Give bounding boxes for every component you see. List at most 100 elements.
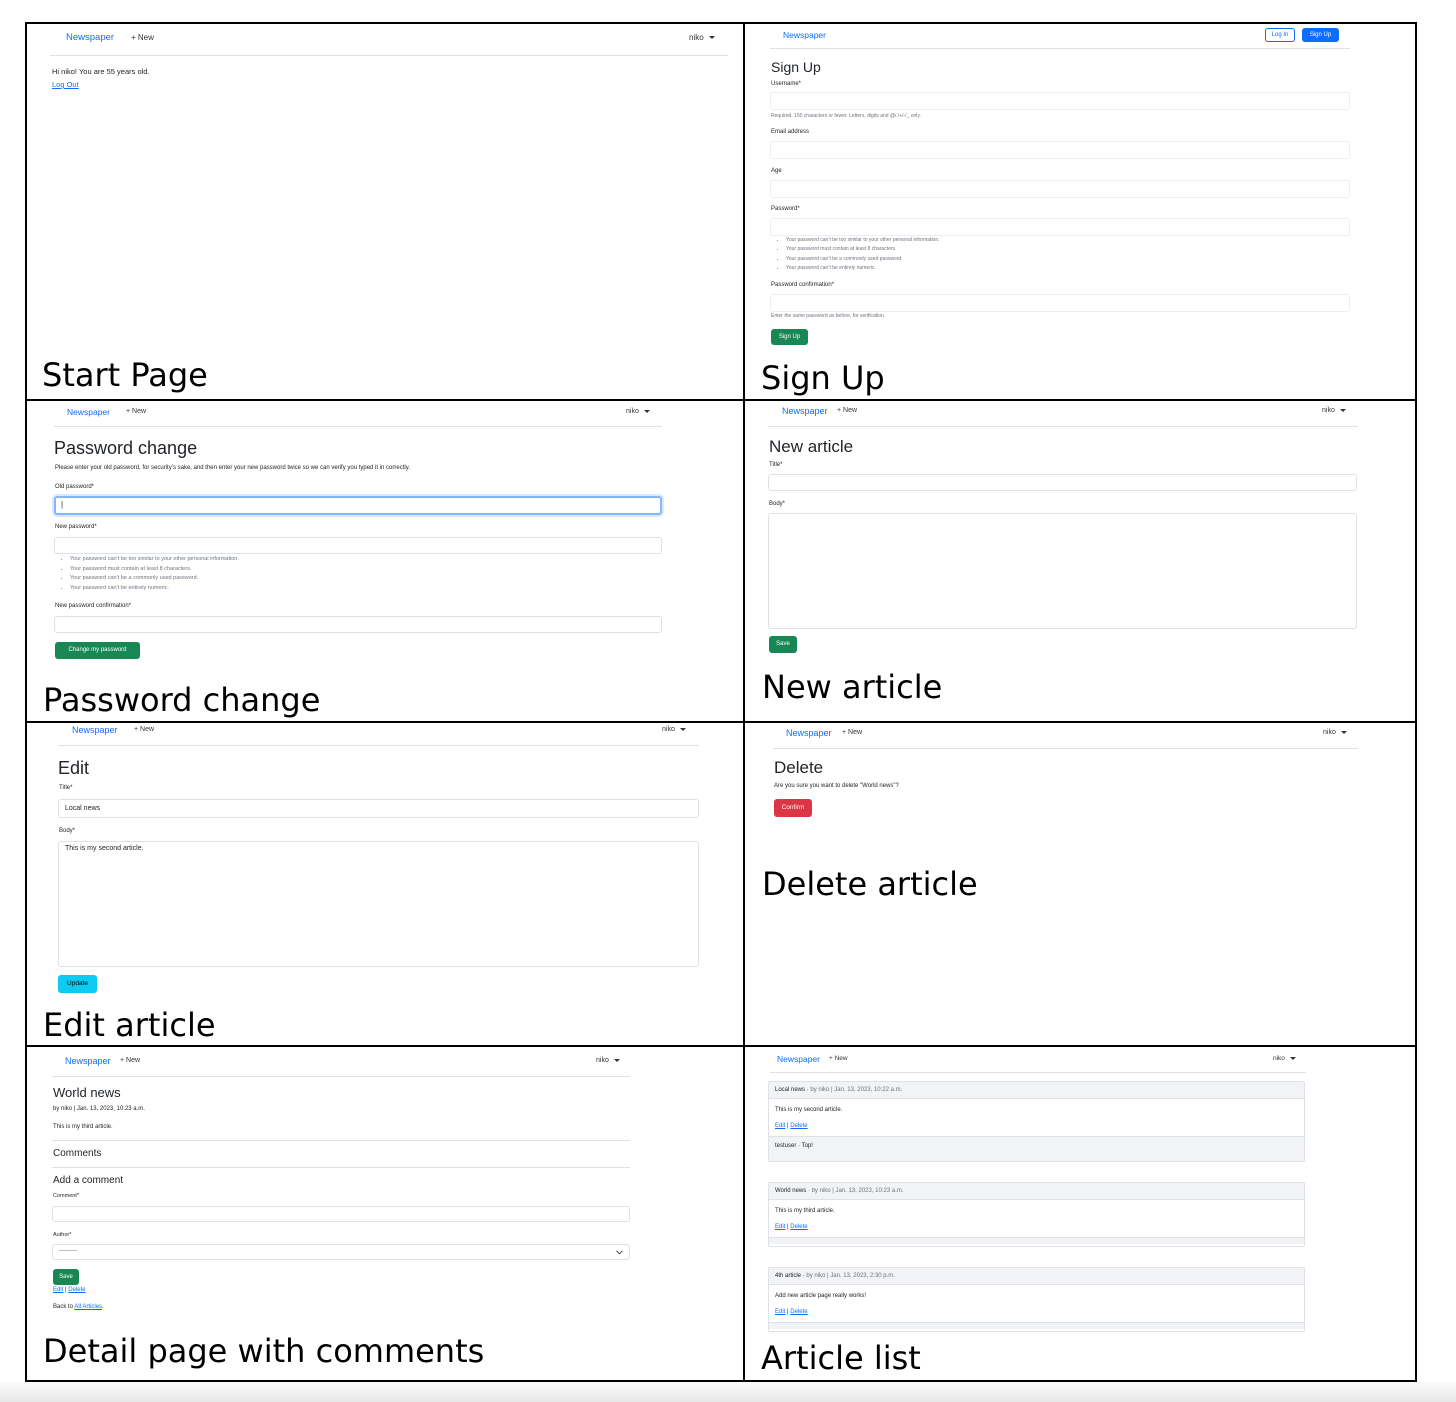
logout-link[interactable]: Log Out: [52, 80, 79, 89]
user-menu[interactable]: niko: [626, 408, 650, 415]
user-menu[interactable]: niko: [1322, 407, 1346, 414]
edit-link[interactable]: Edit: [775, 1224, 785, 1230]
chevron-down-icon: [1339, 408, 1346, 412]
new-article-link[interactable]: + New: [126, 408, 146, 415]
chevron-down-icon: [1340, 730, 1347, 734]
username-field[interactable]: [770, 92, 1350, 110]
author-label: Author*: [53, 1232, 72, 1238]
navbar-divider: [770, 1072, 1306, 1073]
article-meta: · by niko | Jan. 13, 2023, 10:22 a.m.: [806, 1087, 903, 1093]
navbar-brand[interactable]: Newspaper: [67, 407, 110, 417]
comment-field[interactable]: [52, 1206, 630, 1222]
password-field[interactable]: [770, 218, 1350, 236]
new-article-link[interactable]: + New: [829, 1055, 848, 1062]
chevron-down-icon: [1289, 1056, 1296, 1060]
password-rule: Your password can’t be too similar to yo…: [786, 236, 940, 245]
user-name: niko: [662, 726, 675, 733]
grid-divider-3: [25, 1045, 1417, 1047]
title-field[interactable]: Local news: [58, 799, 699, 818]
delete-link[interactable]: Delete: [790, 1309, 807, 1315]
title-field[interactable]: [768, 474, 1357, 491]
all-articles-link[interactable]: All Articles: [74, 1304, 102, 1310]
change-password-button[interactable]: Change my password: [55, 642, 140, 659]
user-name: niko: [689, 33, 704, 42]
caption-sign-up: Sign Up: [761, 359, 885, 397]
password-rule: Your password must contain at least 8 ch…: [70, 565, 239, 575]
old-password-label: Old password*: [55, 484, 95, 490]
edit-link[interactable]: Edit: [53, 1287, 63, 1293]
password-confirm-label: Password confirmation*: [771, 282, 835, 288]
signup-nav-button[interactable]: Sign Up: [1302, 28, 1339, 42]
old-password-field[interactable]: |: [54, 496, 662, 515]
back-suffix: .: [102, 1304, 104, 1310]
new-article-link[interactable]: + New: [120, 1057, 140, 1064]
comments-heading: Comments: [53, 1148, 102, 1159]
author-select[interactable]: ---------: [52, 1244, 630, 1260]
new-password-confirm-label: New password confirmation*: [55, 603, 132, 609]
new-password-confirm-field[interactable]: [54, 616, 662, 633]
navbar-brand[interactable]: Newspaper: [66, 32, 114, 43]
delete-link[interactable]: Delete: [790, 1224, 807, 1230]
grid-divider-1: [25, 399, 1417, 401]
action-separator: |: [787, 1123, 789, 1129]
article-card-footer: [769, 1322, 1304, 1329]
save-button[interactable]: Save: [769, 636, 797, 653]
caption-article-list: Article list: [761, 1339, 921, 1377]
grid-divider-2: [25, 721, 1417, 723]
page-title: Delete: [774, 758, 824, 777]
delete-question: Are you sure you want to delete "World n…: [774, 783, 899, 789]
edit-link[interactable]: Edit: [775, 1309, 785, 1315]
page-title: New article: [769, 437, 854, 456]
article-title: 4th article: [775, 1273, 802, 1279]
email-field[interactable]: [770, 141, 1350, 159]
article-body: Add new article page really works!: [775, 1293, 867, 1299]
new-article-link[interactable]: + New: [842, 729, 862, 736]
navbar-brand[interactable]: Newspaper: [72, 725, 118, 735]
article-actions: Edit | Delete: [53, 1287, 86, 1293]
page-bottom-shadow: [0, 1382, 1456, 1402]
new-article-link[interactable]: + New: [134, 726, 154, 733]
user-menu[interactable]: niko: [596, 1057, 620, 1064]
navbar-brand[interactable]: Newspaper: [65, 1056, 111, 1066]
user-menu[interactable]: niko: [662, 726, 686, 733]
confirm-delete-button[interactable]: Confirm: [774, 799, 812, 817]
greeting-text: Hi niko! You are 55 years old.: [52, 67, 150, 76]
password-rule: Your password can’t be entirely numeric.: [786, 264, 940, 273]
username-help: Required. 150 characters or fewer. Lette…: [771, 113, 921, 119]
page-title: Sign Up: [771, 59, 821, 75]
back-line: Back to All Articles.: [53, 1304, 104, 1310]
new-article-link[interactable]: + New: [837, 407, 857, 414]
age-field[interactable]: [770, 180, 1350, 198]
body-label: Body*: [769, 501, 786, 507]
delete-link[interactable]: Delete: [68, 1287, 85, 1293]
delete-link[interactable]: Delete: [790, 1123, 807, 1129]
body-textarea[interactable]: This is my second article.: [58, 841, 699, 967]
navbar-divider: [54, 426, 662, 427]
article-actions: Edit | Delete: [775, 1219, 1298, 1235]
article-meta: by niko | Jan. 13, 2023, 10:23 a.m.: [53, 1106, 145, 1112]
update-button[interactable]: Update: [58, 975, 97, 993]
new-article-link[interactable]: + New: [131, 33, 154, 42]
password-rules-list: Your password can’t be too similar to yo…: [56, 555, 239, 593]
login-button[interactable]: Log In: [1265, 28, 1295, 42]
navbar-brand[interactable]: Newspaper: [782, 406, 828, 416]
save-comment-button[interactable]: Save: [53, 1269, 79, 1285]
user-menu[interactable]: niko: [1323, 729, 1347, 736]
user-menu[interactable]: niko: [1273, 1055, 1296, 1062]
title-label: Title*: [769, 462, 783, 468]
user-menu[interactable]: niko: [689, 33, 715, 42]
navbar-brand[interactable]: Newspaper: [786, 728, 832, 738]
edit-link[interactable]: Edit: [775, 1123, 785, 1129]
caption-new-article: New article: [762, 668, 943, 706]
article-title: World news: [775, 1188, 807, 1194]
title-label: Title*: [59, 785, 73, 791]
navbar-brand[interactable]: Newspaper: [777, 1054, 820, 1064]
article-title: World news: [53, 1085, 121, 1100]
article-card-body: This is my third article. Edit | Delete: [769, 1200, 1304, 1237]
password-confirm-field[interactable]: [770, 294, 1350, 312]
body-textarea[interactable]: [768, 513, 1357, 629]
caption-detail-page: Detail page with comments: [43, 1332, 485, 1370]
new-password-field[interactable]: [54, 537, 662, 554]
navbar-brand[interactable]: Newspaper: [783, 30, 826, 40]
signup-submit-button[interactable]: Sign Up: [771, 329, 808, 345]
